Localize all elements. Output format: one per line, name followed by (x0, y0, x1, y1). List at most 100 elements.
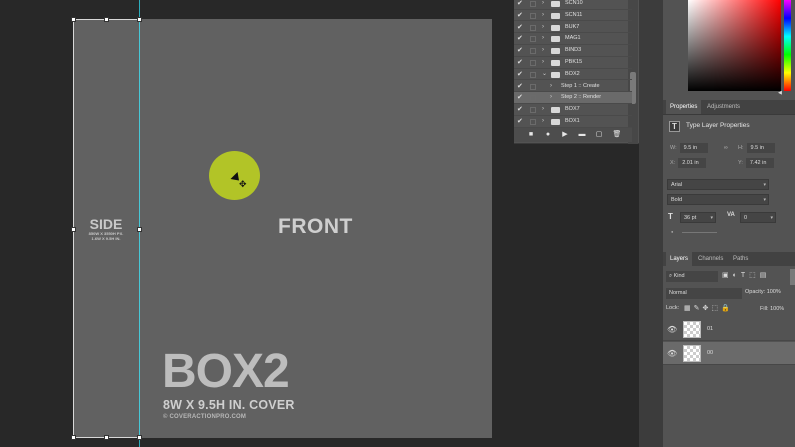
stop-icon[interactable]: ■ (526, 130, 536, 140)
checkmark-icon[interactable]: ✔ (517, 0, 523, 10)
play-icon[interactable]: ▶ (560, 130, 570, 140)
tab-adjustments[interactable]: Adjustments (703, 100, 744, 114)
folder-icon (551, 60, 560, 66)
dialog-toggle[interactable] (530, 60, 536, 66)
transform-handle[interactable] (137, 17, 142, 22)
transform-handle[interactable] (71, 435, 76, 440)
new-set-icon[interactable]: ▬ (577, 130, 587, 140)
transform-handle[interactable] (137, 435, 142, 440)
panel-options-dot-icon[interactable]: ● (671, 229, 673, 234)
action-step-row[interactable]: ✔ › Step 1 :: Create (514, 81, 632, 93)
action-label: BOX1 (565, 118, 580, 124)
dialog-toggle[interactable] (530, 95, 536, 102)
checkmark-icon[interactable]: ✔ (517, 104, 523, 116)
hue-slider[interactable] (784, 0, 791, 91)
chevron-down-icon: ▾ (710, 215, 713, 221)
box-copyright: © COVERACTIONPRO.COM (163, 414, 247, 420)
chevron-right-icon[interactable]: › (550, 92, 552, 104)
action-set-row[interactable]: ✔ › SCN10 (514, 0, 632, 10)
font-style-select[interactable]: Bold ▾ (667, 194, 769, 205)
tracking-select[interactable]: 0 ▾ (740, 212, 776, 223)
action-set-row[interactable]: ✔ › BIND3 (514, 45, 632, 57)
tab-paths[interactable]: Paths (729, 252, 752, 266)
checkmark-icon[interactable]: ✔ (517, 69, 523, 81)
action-set-row[interactable]: ✔ › SCN11 (514, 10, 632, 22)
checkmark-icon[interactable]: ✔ (517, 81, 523, 93)
action-set-row[interactable]: ✔ › BOX1 (514, 116, 632, 128)
font-size-select[interactable]: 36 pt ▾ (680, 212, 716, 223)
folder-icon (551, 119, 560, 125)
photoshop-window: SIDE 850W X 3550H PX. 1.6W X 9.5H IN. FR… (0, 0, 795, 447)
action-set-row[interactable]: ✔ › MAG1 (514, 33, 632, 45)
chevron-right-icon[interactable]: › (542, 57, 544, 69)
blend-mode-select[interactable]: Normal (666, 288, 742, 299)
layer-name: 00 (707, 350, 714, 356)
height-field[interactable]: H: 9.5 in (738, 143, 775, 153)
width-field[interactable]: W: 9.5 in (670, 143, 708, 153)
dialog-toggle[interactable] (530, 119, 536, 125)
dialog-toggle[interactable] (530, 1, 536, 7)
chevron-right-icon[interactable]: › (542, 45, 544, 57)
checkmark-icon[interactable]: ✔ (517, 10, 523, 22)
chevron-right-icon[interactable]: › (542, 33, 544, 45)
color-field[interactable] (688, 0, 781, 91)
eye-icon[interactable]: 👁 (667, 325, 677, 334)
chevron-right-icon[interactable]: › (542, 104, 544, 116)
dialog-toggle[interactable] (530, 83, 536, 90)
layer-row[interactable]: 👁 00 (663, 342, 795, 365)
layer-row[interactable]: 👁 01 (663, 318, 795, 341)
move-cursor-icon: ✥ (239, 179, 247, 189)
chevron-down-icon: ▾ (763, 182, 766, 188)
checkmark-icon[interactable]: ✔ (517, 33, 523, 45)
dialog-toggle[interactable] (530, 12, 536, 19)
chevron-right-icon[interactable]: › (542, 22, 544, 34)
opacity-field[interactable]: Opacity: 100% (745, 289, 781, 295)
transform-handle[interactable] (104, 435, 109, 440)
font-family-select[interactable]: Arial ▾ (667, 179, 769, 190)
action-set-row[interactable]: ✔ › BUK7 (514, 22, 632, 34)
folder-icon (551, 24, 560, 31)
folder-icon (551, 48, 560, 55)
checkmark-icon[interactable]: ✔ (517, 22, 523, 34)
transform-handle[interactable] (71, 17, 76, 22)
vertical-guide[interactable] (139, 0, 140, 447)
dialog-toggle[interactable] (530, 48, 536, 55)
chevron-right-icon[interactable]: › (542, 116, 544, 128)
dialog-toggle[interactable] (530, 24, 536, 31)
record-icon[interactable]: ● (543, 130, 553, 140)
dialog-toggle[interactable] (530, 107, 536, 114)
action-label: SCN11 (565, 11, 583, 18)
y-position-field[interactable]: Y: 7.42 in (738, 158, 774, 168)
lock-icons[interactable]: ▦✎✥⬚🔒 (684, 304, 733, 312)
layer-filter-icons[interactable]: ▣◐T⬚▤ (722, 271, 770, 279)
hue-slider-arrow-icon[interactable]: ◀ (778, 90, 782, 96)
checkmark-icon[interactable]: ✔ (517, 45, 523, 57)
chevron-down-icon[interactable]: ⌄ (542, 69, 547, 81)
folder-icon (551, 107, 560, 114)
link-dimensions-icon[interactable]: ∞ (724, 143, 728, 153)
dialog-toggle[interactable] (530, 71, 536, 78)
tab-properties[interactable]: Properties (666, 100, 702, 114)
chevron-right-icon[interactable]: › (542, 10, 544, 22)
tab-channels[interactable]: Channels (694, 252, 727, 266)
layers-scrollbar[interactable] (790, 269, 795, 285)
checkmark-icon[interactable]: ✔ (517, 92, 523, 104)
layer-filter-select[interactable]: ⌕ Kind (666, 271, 718, 282)
new-action-icon[interactable]: ▢ (594, 130, 604, 140)
action-set-row[interactable]: ✔ › BOX7 (514, 104, 632, 116)
checkmark-icon[interactable]: ✔ (517, 116, 523, 128)
chevron-right-icon[interactable]: › (550, 81, 552, 93)
tab-layers[interactable]: Layers (666, 252, 693, 266)
action-set-row[interactable]: ✔ ⌄ BOX2 (514, 69, 632, 81)
eye-icon[interactable]: 👁 (667, 349, 677, 358)
layer-name: 01 (707, 326, 714, 332)
action-set-row[interactable]: ✔ › PBK15 (514, 57, 632, 69)
chevron-right-icon[interactable]: › (542, 0, 544, 10)
transform-handle[interactable] (104, 17, 109, 22)
checkmark-icon[interactable]: ✔ (517, 57, 523, 69)
action-step-row[interactable]: ✔ › Step 2 :: Render (514, 92, 632, 104)
delete-icon[interactable]: 🗑 (612, 130, 622, 140)
dialog-toggle[interactable] (530, 36, 536, 43)
x-position-field[interactable]: X: 2.01 in (670, 158, 707, 168)
fill-field[interactable]: Fill: 100% (760, 306, 784, 312)
